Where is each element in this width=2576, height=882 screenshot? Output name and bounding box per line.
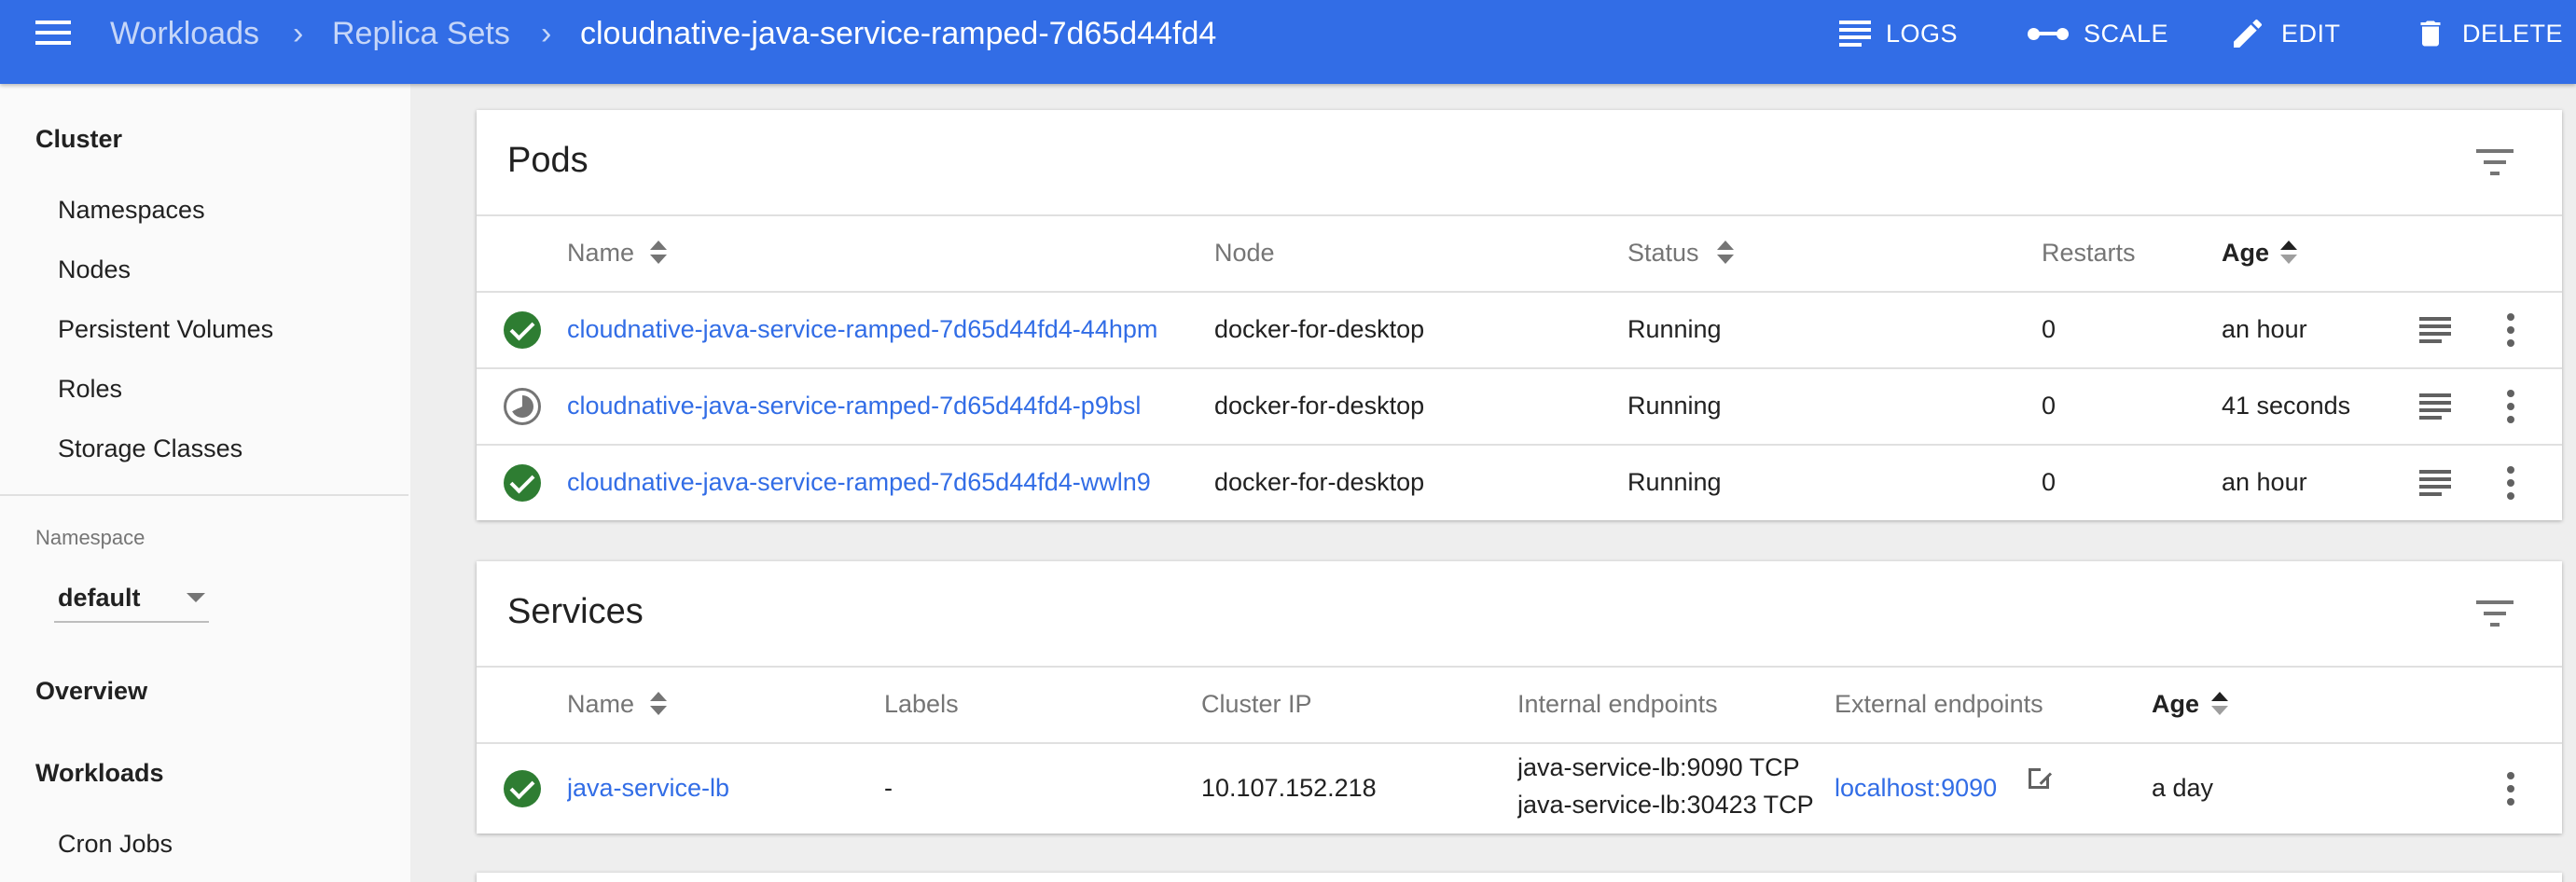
logs-icon <box>1839 21 1871 47</box>
sidebar-section-workloads[interactable]: Workloads <box>35 759 164 788</box>
services-card: Services Name Labels Cluster IP Internal… <box>477 561 2562 834</box>
breadcrumb-workloads[interactable]: Workloads <box>110 15 259 52</box>
sort-icon[interactable] <box>650 690 667 718</box>
sidebar-item-persistent-volumes[interactable]: Persistent Volumes <box>58 315 273 344</box>
service-age: a day <box>2152 774 2214 802</box>
divider <box>477 291 2562 293</box>
more-vert-icon[interactable] <box>2506 466 2515 500</box>
breadcrumb-replica-sets[interactable]: Replica Sets <box>332 15 510 52</box>
check-circle-icon <box>504 311 541 349</box>
chevron-down-icon <box>187 593 205 602</box>
logs-button[interactable]: LOGS <box>1839 13 1958 54</box>
sidebar-item-namespaces[interactable]: Namespaces <box>58 196 205 225</box>
column-header-node: Node <box>1214 239 1275 267</box>
sort-icon[interactable] <box>650 239 667 267</box>
pods-card-title: Pods <box>507 141 589 180</box>
page-title: cloudnative-java-service-ramped-7d65d44f… <box>580 16 1217 51</box>
filter-icon[interactable] <box>2476 149 2514 175</box>
pod-name-link[interactable]: cloudnative-java-service-ramped-7d65d44f… <box>567 315 1198 344</box>
check-circle-icon <box>504 770 541 807</box>
column-header-age[interactable]: Age <box>2152 690 2199 719</box>
column-header-status[interactable]: Status <box>1627 239 1699 268</box>
scale-label: SCALE <box>2084 19 2169 48</box>
pod-restarts: 0 <box>2042 392 2057 420</box>
pod-status: Running <box>1627 468 1722 496</box>
namespace-select[interactable]: default <box>54 580 209 623</box>
sidebar-divider <box>0 494 409 496</box>
column-header-labels: Labels <box>884 690 959 718</box>
sidebar-item-cron-jobs[interactable]: Cron Jobs <box>58 830 173 859</box>
edit-icon <box>2234 19 2263 48</box>
pod-age: 41 seconds <box>2222 392 2351 420</box>
sort-ascending-icon[interactable] <box>2280 239 2297 267</box>
edit-label: EDIT <box>2281 19 2341 48</box>
filter-icon[interactable] <box>2476 600 2514 627</box>
pod-status: Running <box>1627 315 1722 343</box>
pending-icon <box>504 388 541 425</box>
services-card-title: Services <box>507 592 644 631</box>
pod-name-link[interactable]: cloudnative-java-service-ramped-7d65d44f… <box>567 468 1198 497</box>
breadcrumb-separator-icon: › <box>541 16 552 51</box>
open-in-new-icon[interactable] <box>2029 765 2052 789</box>
service-internal-endpoint: java-service-lb:30423 TCP <box>1517 791 1814 819</box>
edit-button[interactable]: EDIT <box>2229 13 2341 54</box>
divider <box>477 666 2562 668</box>
pod-node: docker-for-desktop <box>1214 468 1425 496</box>
scale-icon <box>2028 25 2069 42</box>
column-header-internal-endpoints: Internal endpoints <box>1517 690 1718 718</box>
pod-restarts: 0 <box>2042 468 2057 496</box>
pod-node: docker-for-desktop <box>1214 392 1425 420</box>
delete-label: DELETE <box>2462 19 2564 48</box>
namespace-label: Namespace <box>35 526 145 549</box>
pod-name-link[interactable]: cloudnative-java-service-ramped-7d65d44f… <box>567 392 1198 420</box>
service-labels: - <box>884 774 893 802</box>
top-bar: Workloads › Replica Sets › cloudnative-j… <box>0 0 2576 84</box>
service-external-endpoint-link[interactable]: localhost:9090 <box>1835 774 1997 803</box>
menu-icon[interactable] <box>35 19 73 48</box>
logs-icon[interactable] <box>2419 470 2451 496</box>
sidebar-item-roles[interactable]: Roles <box>58 375 122 404</box>
namespace-value: default <box>58 584 141 612</box>
service-name-link[interactable]: java-service-lb <box>567 774 729 803</box>
pod-age: an hour <box>2222 315 2307 343</box>
more-vert-icon[interactable] <box>2506 390 2515 423</box>
breadcrumb-separator-icon: › <box>293 16 304 51</box>
column-header-age[interactable]: Age <box>2222 239 2269 268</box>
delete-icon <box>2420 21 2441 47</box>
check-circle-icon <box>504 464 541 502</box>
sidebar-section-cluster[interactable]: Cluster <box>35 125 122 154</box>
pod-restarts: 0 <box>2042 315 2057 343</box>
pod-node: docker-for-desktop <box>1214 315 1425 343</box>
sidebar-item-overview[interactable]: Overview <box>35 677 147 706</box>
sort-icon[interactable] <box>1717 239 1734 267</box>
pod-status: Running <box>1627 392 1722 420</box>
logs-icon[interactable] <box>2419 393 2451 420</box>
pod-age: an hour <box>2222 468 2307 496</box>
sidebar-item-storage-classes[interactable]: Storage Classes <box>58 434 242 463</box>
service-internal-endpoint: java-service-lb:9090 TCP <box>1517 753 1800 781</box>
divider <box>477 214 2562 216</box>
logs-label: LOGS <box>1886 19 1959 48</box>
next-card <box>477 873 2562 882</box>
scale-button[interactable]: SCALE <box>2028 13 2168 54</box>
more-vert-icon[interactable] <box>2506 772 2515 806</box>
sidebar-item-nodes[interactable]: Nodes <box>58 255 131 284</box>
column-header-name[interactable]: Name <box>567 239 634 268</box>
delete-button[interactable]: DELETE <box>2414 13 2563 54</box>
divider <box>477 367 2562 369</box>
service-cluster-ip: 10.107.152.218 <box>1201 774 1377 802</box>
sort-ascending-icon[interactable] <box>2211 690 2228 718</box>
column-header-restarts: Restarts <box>2042 239 2136 267</box>
pods-card: Pods Name Node Status Restarts Age cloud… <box>477 110 2562 520</box>
divider <box>477 444 2562 446</box>
column-header-name[interactable]: Name <box>567 690 634 719</box>
divider <box>477 742 2562 744</box>
column-header-cluster-ip: Cluster IP <box>1201 690 1312 718</box>
logs-icon[interactable] <box>2419 317 2451 343</box>
more-vert-icon[interactable] <box>2506 313 2515 347</box>
column-header-external-endpoints: External endpoints <box>1835 690 2043 718</box>
